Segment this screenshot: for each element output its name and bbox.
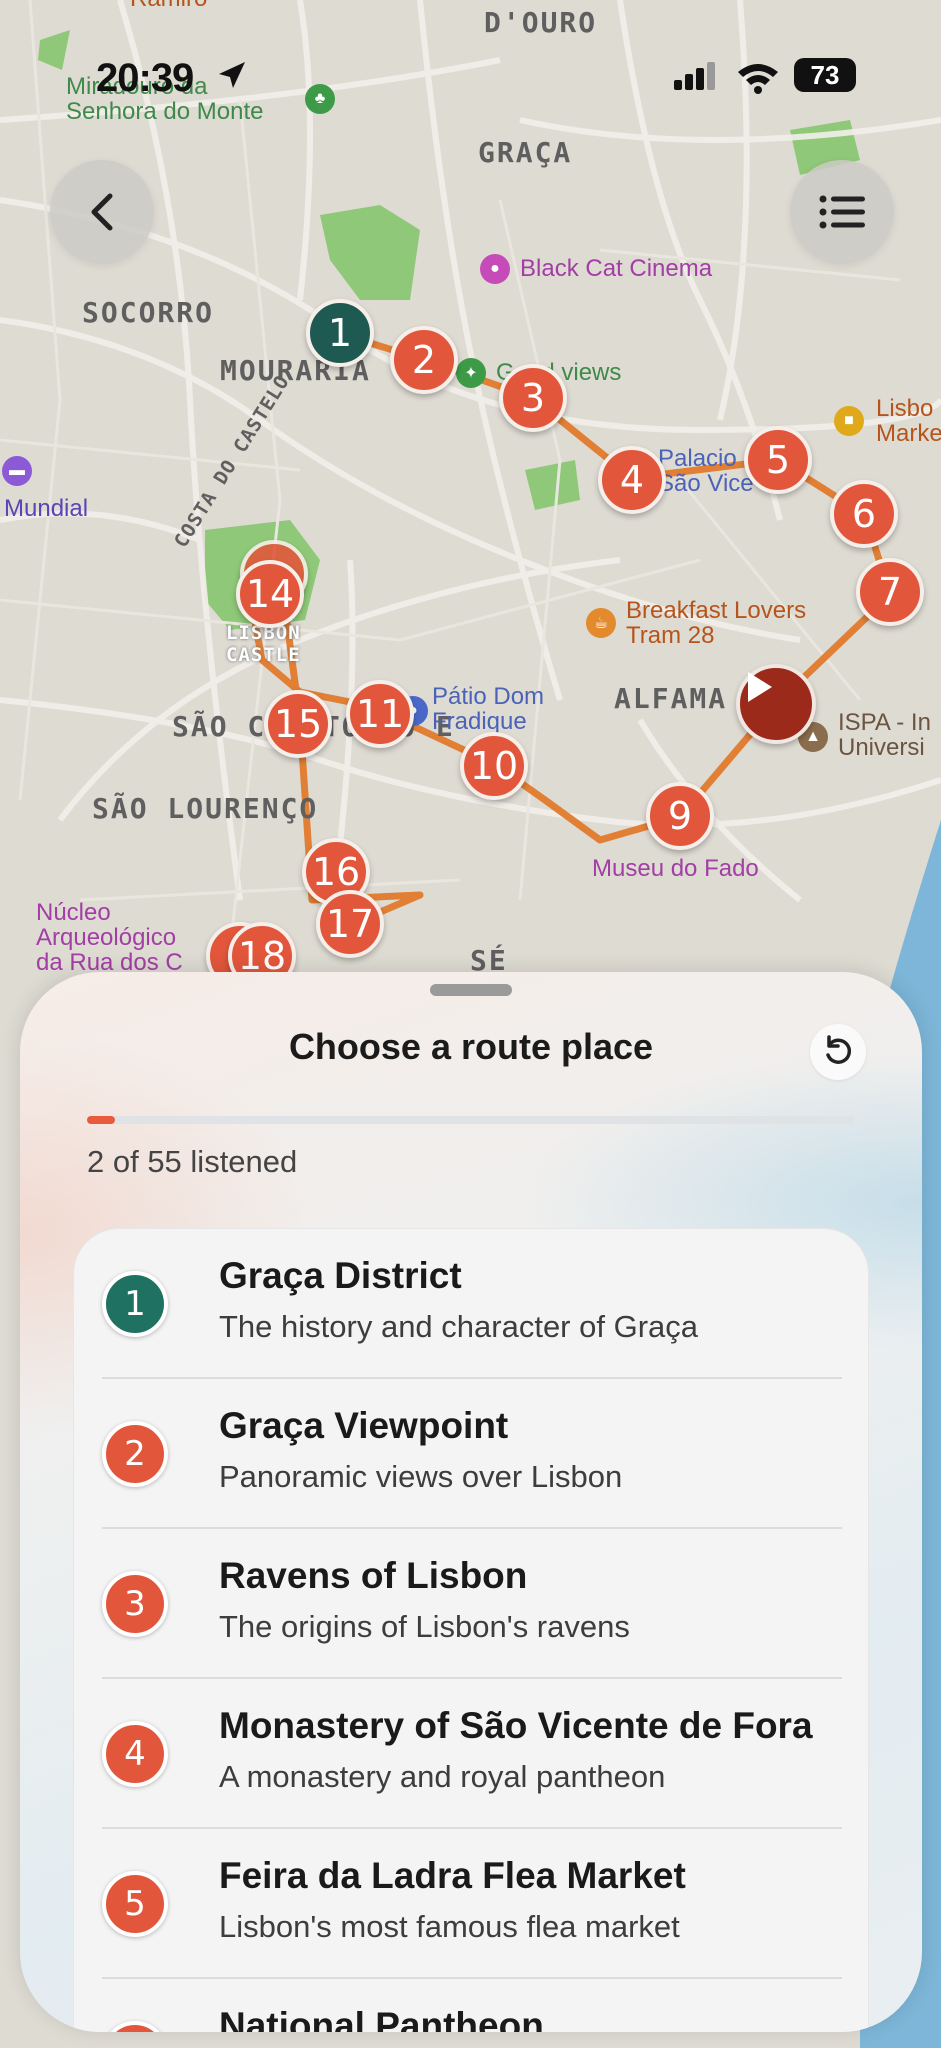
sheet-title: Choose a route place bbox=[288, 1026, 654, 1067]
sheet-grabber[interactable] bbox=[430, 984, 512, 996]
place-title: Monastery of São Vicente de Fora bbox=[219, 1705, 813, 1746]
place-title: Ravens of Lisbon bbox=[219, 1555, 528, 1596]
reset-button[interactable] bbox=[810, 1024, 866, 1080]
listened-count: 2 of 55 listened bbox=[87, 1144, 298, 1179]
route-marker-14[interactable]: 14 bbox=[236, 560, 304, 628]
place-number-badge: 4 bbox=[102, 1721, 168, 1787]
place-subtitle: A monastery and royal pantheon bbox=[219, 1759, 666, 1794]
route-place-item[interactable]: 3 Ravens of Lisbon The origins of Lisbon… bbox=[74, 1529, 868, 1679]
status-time: 20:39 bbox=[96, 56, 194, 100]
status-bar: 20:39 73 bbox=[0, 50, 941, 110]
route-marker-7[interactable]: 7 bbox=[856, 558, 924, 626]
route-marker-2[interactable]: 2 bbox=[390, 326, 458, 394]
place-subtitle: Panoramic views over Lisbon bbox=[219, 1459, 623, 1494]
play-icon bbox=[748, 672, 772, 702]
route-place-item[interactable]: 6 National Pantheon bbox=[74, 1979, 868, 2032]
poi-nucleo-arqueologico[interactable]: Núcleo Arqueológico da Rua dos C bbox=[36, 900, 206, 976]
route-place-item[interactable]: 1 Graça District The history and charact… bbox=[74, 1229, 868, 1379]
back-button[interactable] bbox=[50, 160, 154, 264]
poi-ramiro[interactable]: Ramiro bbox=[130, 0, 207, 11]
place-subtitle: Lisbon's most famous flea market bbox=[219, 1909, 680, 1944]
poi-mundial[interactable]: Mundial bbox=[4, 496, 88, 521]
route-place-sheet: Choose a route place 2 of 55 listened 1 … bbox=[20, 972, 922, 2032]
poi-museu-do-fado[interactable]: Museu do Fado bbox=[592, 856, 759, 881]
hotel-icon: ▬ bbox=[2, 456, 32, 486]
place-number-badge: 3 bbox=[102, 1571, 168, 1637]
map-label-douro: D'OURO bbox=[484, 6, 598, 39]
place-title: Graça District bbox=[219, 1255, 462, 1296]
map-label-alfama: ALFAMA bbox=[614, 682, 728, 715]
map-label-socorro: SOCORRO bbox=[82, 296, 215, 329]
route-marker-1[interactable]: 1 bbox=[306, 299, 374, 367]
route-marker-15[interactable]: 15 bbox=[264, 690, 332, 758]
place-title: Feira da Ladra Flea Market bbox=[219, 1855, 686, 1896]
route-marker-3[interactable]: 3 bbox=[499, 364, 567, 432]
route-marker-11[interactable]: 11 bbox=[346, 680, 414, 748]
place-number-badge: 5 bbox=[102, 1871, 168, 1937]
location-arrow-icon bbox=[219, 62, 245, 88]
battery-indicator: 73 bbox=[794, 58, 856, 92]
reset-icon bbox=[826, 1035, 852, 1064]
route-marker-10[interactable]: 10 bbox=[460, 732, 528, 800]
chevron-left-icon bbox=[91, 193, 113, 231]
cafe-icon: ☕ bbox=[586, 608, 616, 638]
route-marker-9[interactable]: 9 bbox=[646, 782, 714, 850]
place-subtitle: The origins of Lisbon's ravens bbox=[219, 1609, 630, 1644]
poi-patio-dom-fradique[interactable]: Pátio Dom Fradique bbox=[432, 684, 582, 735]
viewpoint-icon: ✦ bbox=[456, 358, 486, 388]
place-title: National Pantheon bbox=[219, 2005, 544, 2032]
map-label-graca: GRAÇA bbox=[478, 136, 573, 169]
list-icon bbox=[819, 195, 865, 229]
route-marker-4[interactable]: 4 bbox=[598, 446, 666, 514]
cinema-icon: ● bbox=[480, 254, 510, 284]
poi-ispa[interactable]: ISPA - In Universi bbox=[838, 710, 941, 761]
place-subtitle: The history and character of Graça bbox=[219, 1309, 699, 1344]
listen-progress-bar bbox=[87, 1116, 855, 1124]
signal-icon bbox=[674, 62, 715, 90]
route-place-list: 1 Graça District The history and charact… bbox=[73, 1228, 869, 2032]
route-marker-5[interactable]: 5 bbox=[744, 426, 812, 494]
route-list-button[interactable] bbox=[790, 160, 894, 264]
poi-breakfast-lovers[interactable]: Breakfast Lovers Tram 28 bbox=[626, 598, 866, 649]
map-label-castle: CASTLE bbox=[226, 644, 301, 666]
wifi-icon bbox=[738, 64, 778, 94]
place-number-badge: 1 bbox=[102, 1271, 168, 1337]
place-number-badge: 6 bbox=[102, 2021, 168, 2032]
place-title: Graça Viewpoint bbox=[219, 1405, 509, 1446]
map-label-sao-lourenco: SÃO LOURENÇO bbox=[92, 792, 319, 825]
route-marker-17[interactable]: 17 bbox=[316, 890, 384, 958]
poi-black-cat-cinema[interactable]: Black Cat Cinema bbox=[520, 256, 712, 281]
poi-lisbo-market[interactable]: Lisbo Marke bbox=[876, 396, 941, 447]
route-place-item[interactable]: 2 Graça Viewpoint Panoramic views over L… bbox=[74, 1379, 868, 1529]
route-place-item[interactable]: 5 Feira da Ladra Flea Market Lisbon's mo… bbox=[74, 1829, 868, 1979]
place-number-badge: 2 bbox=[102, 1421, 168, 1487]
route-place-item[interactable]: 4 Monastery of São Vicente de Fora A mon… bbox=[74, 1679, 868, 1829]
shopping-icon: ■ bbox=[834, 406, 864, 436]
route-marker-6[interactable]: 6 bbox=[830, 480, 898, 548]
play-marker[interactable] bbox=[736, 664, 816, 744]
listen-progress-fill bbox=[87, 1116, 115, 1124]
